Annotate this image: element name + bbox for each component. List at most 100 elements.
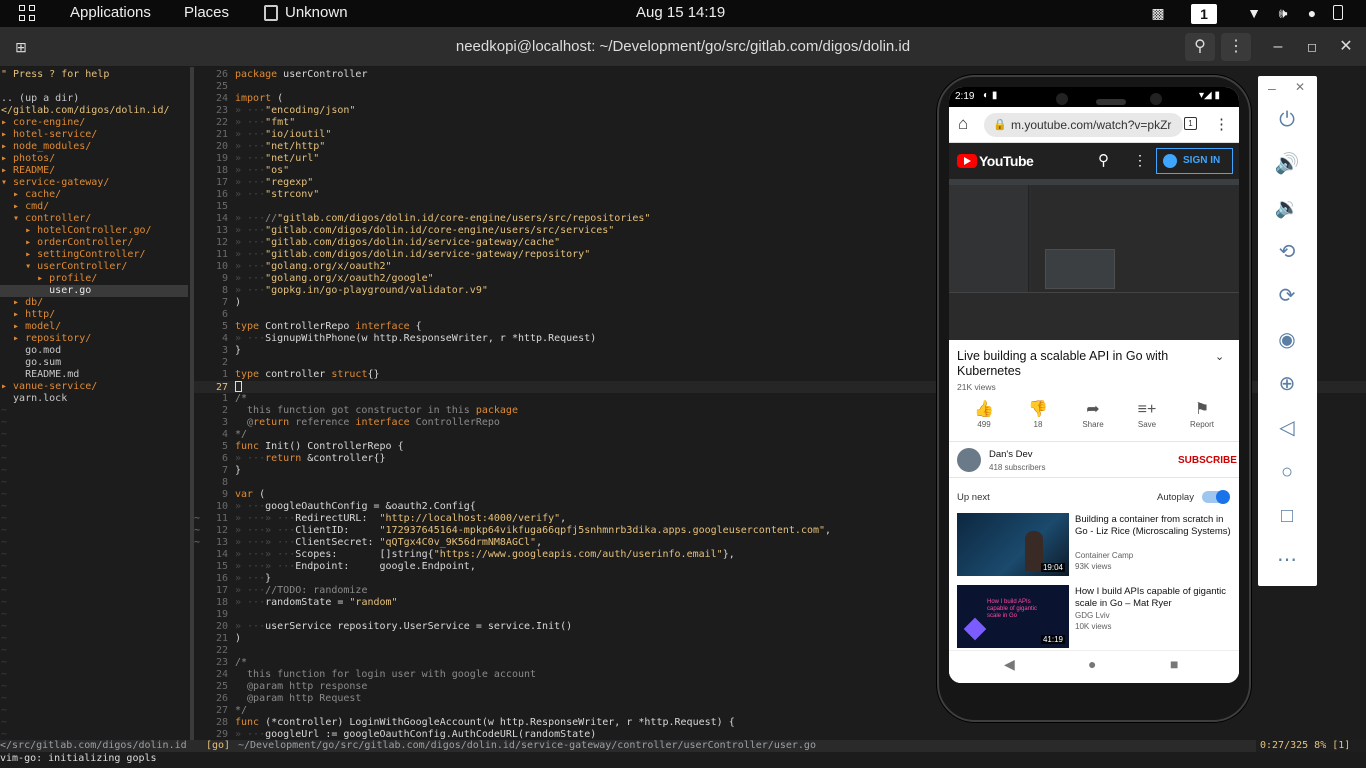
rotate-left-icon[interactable]: ⟲ (1272, 237, 1302, 267)
channel-name[interactable]: Dan's Dev (989, 449, 1033, 460)
recommendation-thumbnail[interactable]: 19:04 (957, 513, 1069, 576)
recommendation-thumbnail[interactable]: How I build APIs capable of gigantic sca… (957, 585, 1069, 648)
speaker-icon (1096, 99, 1126, 105)
youtube-header: YouTube ⚲ ⋮ SIGN IN (949, 143, 1239, 179)
action-thumbs-up[interactable]: 👍 499 (957, 400, 1011, 429)
zoom-icon[interactable]: ⊕ (1272, 369, 1302, 399)
url-field[interactable]: 🔒 m.youtube.com/watch?v=pkZr (984, 113, 1183, 137)
tree-item[interactable]: ▾ controller/ (0, 213, 188, 225)
volume-up-icon[interactable]: 🔊 (1272, 149, 1302, 179)
tree-item[interactable]: README.md (0, 369, 188, 381)
tilde-filler: ~ (1, 513, 8, 524)
action-label: 18 (1033, 420, 1043, 429)
status-line: </src/gitlab.com/digos/dolin.id [go] ~/Dev… (0, 740, 1366, 752)
nerdtree-panel[interactable]: " Press ? for help .. (up a dir) </gitlab.… (0, 69, 188, 745)
autoplay-toggle[interactable] (1202, 490, 1230, 504)
nav-recents-icon[interactable]: ■ (1170, 656, 1178, 672)
tree-item[interactable]: ▸ model/ (0, 321, 188, 333)
close-emulator-icon[interactable]: ✕ (1295, 80, 1305, 94)
youtube-menu-icon[interactable]: ⋮ (1133, 152, 1147, 169)
tree-item[interactable]: ▸ cmd/ (0, 201, 188, 213)
menu-icon[interactable]: ⋮ (1221, 33, 1251, 61)
tree-item[interactable]: go.mod (0, 345, 188, 357)
subscribe-button[interactable]: SUBSCRIBE (1178, 455, 1237, 466)
overview-icon[interactable]: □ (1272, 501, 1302, 531)
tree-item[interactable]: ▾ service-gateway/ (0, 177, 188, 189)
expand-chevron-icon[interactable]: ⌄ (1215, 350, 1224, 363)
nav-back-icon[interactable]: ◀ (1004, 656, 1015, 673)
tree-item[interactable]: ▸ settingController/ (0, 249, 188, 261)
volume-icon[interactable]: 🕪 (1275, 5, 1291, 21)
nav-home-icon[interactable]: ● (1088, 656, 1096, 672)
maximize-icon[interactable]: ◻ (1297, 33, 1327, 61)
browser-menu-icon[interactable]: ⋮ (1214, 115, 1229, 133)
tabs-icon[interactable]: 1 (1184, 117, 1197, 130)
search-icon[interactable]: ⚲ (1185, 33, 1215, 61)
applications-menu[interactable]: Applications (70, 4, 151, 21)
microphone-icon[interactable]: ● (1304, 5, 1320, 21)
tree-item[interactable]: ▸ README/ (0, 165, 188, 177)
video-player[interactable] (949, 179, 1239, 340)
sign-in-label: SIGN IN (1183, 155, 1221, 166)
tree-item[interactable] (0, 81, 188, 93)
close-icon[interactable]: ✕ (1331, 33, 1361, 61)
app-grid-icon[interactable] (19, 5, 37, 23)
volume-down-icon[interactable]: 🔉 (1272, 193, 1302, 223)
youtube-logo-icon[interactable] (957, 154, 977, 168)
workspaces-icon[interactable]: ▩ (1150, 5, 1166, 21)
home-icon[interactable]: ○ (1272, 457, 1302, 487)
tree-item[interactable]: ▾ userController/ (0, 261, 188, 273)
video-title[interactable]: Live building a scalable API in Go with … (957, 349, 1207, 379)
tree-item[interactable]: ▸ hotel-service/ (0, 129, 188, 141)
tree-item[interactable]: ▸ photos/ (0, 153, 188, 165)
tree-item[interactable]: ▸ core-engine/ (0, 117, 188, 129)
minimize-emulator-icon[interactable]: – (1268, 80, 1276, 96)
recommendation-title[interactable]: Building a container from scratch in Go … (1075, 514, 1233, 538)
tree-item[interactable]: yarn.lock (0, 393, 188, 405)
tree-item[interactable]: ▸ hotelController.go/ (0, 225, 188, 237)
tree-item[interactable]: go.sum (0, 357, 188, 369)
search-icon[interactable]: ⚲ (1098, 151, 1109, 169)
tree-item[interactable]: ▸ orderController/ (0, 237, 188, 249)
tree-item[interactable]: user.go (0, 285, 188, 297)
recommendation-title[interactable]: How I build APIs capable of gigantic sca… (1075, 586, 1233, 610)
minimize-icon[interactable]: – (1263, 33, 1293, 61)
tree-item[interactable]: .. (up a dir) (0, 93, 188, 105)
clock[interactable]: Aug 15 14:19 (636, 4, 725, 21)
recommendation-views: 10K views (1075, 622, 1112, 631)
more-icon[interactable]: ⋯ (1272, 545, 1302, 575)
tree-item[interactable]: " Press ? for help (0, 69, 188, 81)
rotate-right-icon[interactable]: ⟳ (1272, 281, 1302, 311)
phone-screen[interactable]: 2:19 ◐ ▮ ▾◢ ▮ ⌂ 🔒 m.youtube.com/watch?v=p… (949, 87, 1239, 683)
camera-icon[interactable]: ◉ (1272, 325, 1302, 355)
video-duration: 41:19 (1040, 635, 1065, 644)
tree-item[interactable]: ▸ node_modules/ (0, 141, 188, 153)
sign-in-button[interactable]: SIGN IN (1156, 148, 1233, 174)
active-app-menu[interactable]: Unknown (285, 4, 348, 21)
wifi-icon[interactable]: ▼ (1246, 5, 1262, 21)
youtube-logo[interactable]: YouTube (979, 153, 1034, 169)
tree-item[interactable]: </gitlab.com/digos/dolin.id/ (0, 105, 188, 117)
tree-item[interactable]: ▸ profile/ (0, 273, 188, 285)
back-icon[interactable]: ◁ (1272, 413, 1302, 443)
channel-avatar[interactable] (957, 448, 981, 472)
tree-item[interactable]: ▸ repository/ (0, 333, 188, 345)
action-report[interactable]: ⚑ Report (1175, 400, 1229, 429)
home-icon[interactable]: ⌂ (958, 114, 968, 134)
action-save[interactable]: ≡+ Save (1120, 400, 1174, 429)
tree-item[interactable]: ▸ db/ (0, 297, 188, 309)
filetype-indicator: [go] (206, 740, 231, 751)
subscriber-count: 418 subscribers (989, 463, 1046, 472)
action-share[interactable]: ➦ Share (1066, 400, 1120, 429)
action-thumbs-down[interactable]: 👎 18 (1011, 400, 1065, 429)
tree-item[interactable]: ▸ http/ (0, 309, 188, 321)
battery-icon[interactable] (1333, 5, 1343, 20)
tree-item[interactable]: ▸ cache/ (0, 189, 188, 201)
tilde-filler: ~ (1, 669, 8, 680)
top-bar: Applications Places Unknown Aug 15 14:19… (0, 0, 1366, 27)
tree-item[interactable]: ▸ vanue-service/ (0, 381, 188, 393)
places-menu[interactable]: Places (184, 4, 229, 21)
workspace-indicator[interactable]: 1 (1191, 4, 1217, 24)
tilde-filler: ~ (1, 405, 8, 416)
power-icon[interactable]: ⏻ (1272, 105, 1302, 135)
